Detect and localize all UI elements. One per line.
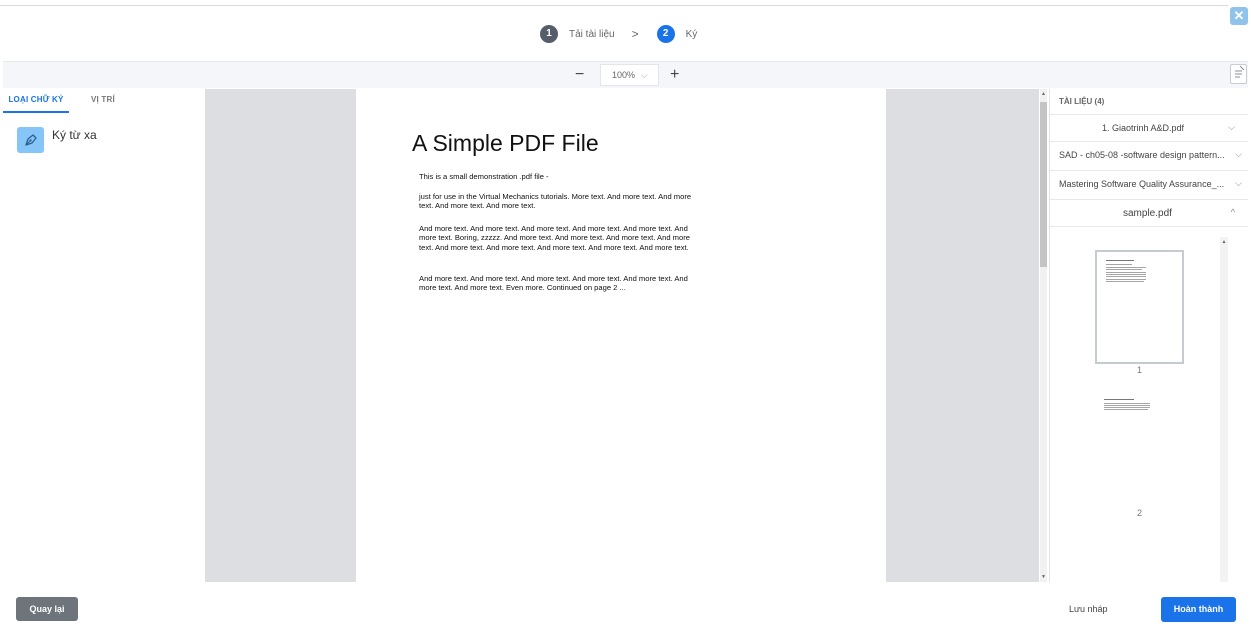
viewer-toolbar: − 100% ⌵ + — [3, 61, 1248, 88]
chevron-up-icon: ^ — [1230, 207, 1235, 217]
thumbnail-scrollbar[interactable]: ▲ — [1220, 237, 1228, 582]
chevron-down-icon: ⌵ — [641, 70, 648, 80]
scroll-up-icon[interactable]: ▲ — [1040, 91, 1047, 97]
pdf-viewer[interactable]: A Simple PDF File This is a small demons… — [205, 89, 1039, 582]
tab-signature-type[interactable]: LOẠI CHỮ KÝ — [3, 93, 69, 113]
pdf-paragraph: This is a small demonstration .pdf file … — [419, 172, 549, 181]
document-item[interactable]: SAD - ch05-08 -software design pattern..… — [1050, 141, 1248, 168]
document-item-expanded[interactable]: sample.pdf ^ — [1050, 199, 1248, 225]
scroll-up-icon[interactable]: ▲ — [1220, 239, 1228, 245]
top-divider — [0, 5, 1228, 6]
document-item[interactable]: 1. Giaotrinh A&D.pdf ⌵ — [1050, 114, 1248, 141]
documents-panel: TÀI LIỆU (4) 1. Giaotrinh A&D.pdf ⌵ SAD … — [1049, 89, 1248, 582]
page-thumbnails: 1 2 — [1050, 226, 1248, 582]
pen-nib-icon — [17, 127, 44, 153]
tab-position[interactable]: VỊ TRÍ — [91, 93, 115, 113]
stepper: 1 Tải tài liệu > 2 Ký — [540, 24, 697, 44]
close-icon: ✕ — [1233, 8, 1245, 23]
document-item[interactable]: Mastering Software Quality Assurance_...… — [1050, 170, 1248, 197]
page-number: 1 — [1137, 365, 1143, 375]
zoom-out-button[interactable]: − — [575, 66, 584, 84]
page-thumbnail[interactable] — [1095, 250, 1184, 364]
page-thumbnail[interactable] — [1100, 391, 1180, 491]
step-2-number: 2 — [656, 25, 675, 43]
document-name: Mastering Software Quality Assurance_... — [1059, 179, 1225, 189]
signature-tabs: LOẠI CHỮ KÝ VỊ TRÍ — [3, 93, 115, 113]
pdf-page[interactable]: A Simple PDF File This is a small demons… — [356, 89, 886, 582]
zoom-select[interactable]: 100% ⌵ — [600, 64, 659, 86]
back-button[interactable]: Quay lại — [16, 597, 78, 621]
zoom-in-button[interactable]: + — [670, 66, 679, 84]
pdf-title: A Simple PDF File — [412, 130, 599, 156]
viewer-scrollbar[interactable]: ▲ ▼ — [1040, 89, 1047, 582]
finish-button[interactable]: Hoàn thành — [1161, 597, 1236, 622]
sign-type-label: Ký từ xa — [52, 128, 97, 142]
scroll-down-icon[interactable]: ▼ — [1040, 574, 1047, 580]
chevron-down-icon: ⌵ — [1228, 122, 1235, 132]
document-name: SAD - ch05-08 -software design pattern..… — [1059, 150, 1225, 160]
pdf-paragraph: And more text. And more text. And more t… — [419, 274, 688, 293]
step-1-number: 1 — [540, 25, 558, 43]
sign-document-dialog: ✕ 1 Tải tài liệu > 2 Ký − 100% ⌵ + LOẠI C… — [0, 0, 1251, 633]
chevron-down-icon: ⌵ — [1235, 178, 1242, 188]
pdf-paragraph: just for use in the Virtual Mechanics tu… — [419, 192, 692, 211]
chevron-right-icon: > — [631, 27, 639, 41]
step-1-label: Tải tài liệu — [569, 28, 615, 40]
sign-type-remote[interactable]: Ký từ xa — [17, 127, 97, 153]
document-name: sample.pdf — [1123, 208, 1172, 219]
step-2-label: Ký — [685, 28, 698, 40]
document-list-toggle-icon[interactable] — [1230, 64, 1247, 84]
document-name: 1. Giaotrinh A&D.pdf — [1102, 123, 1185, 133]
save-draft-button[interactable]: Lưu nháp — [1069, 604, 1108, 614]
pdf-paragraph: And more text. And more text. And more t… — [419, 224, 690, 252]
chevron-down-icon: ⌵ — [1235, 149, 1242, 159]
zoom-value: 100% — [612, 70, 636, 80]
close-button[interactable]: ✕ — [1230, 7, 1248, 25]
documents-panel-title: TÀI LIỆU (4) — [1059, 97, 1105, 106]
page-number: 2 — [1137, 508, 1143, 518]
scrollbar-thumb[interactable] — [1040, 102, 1047, 267]
